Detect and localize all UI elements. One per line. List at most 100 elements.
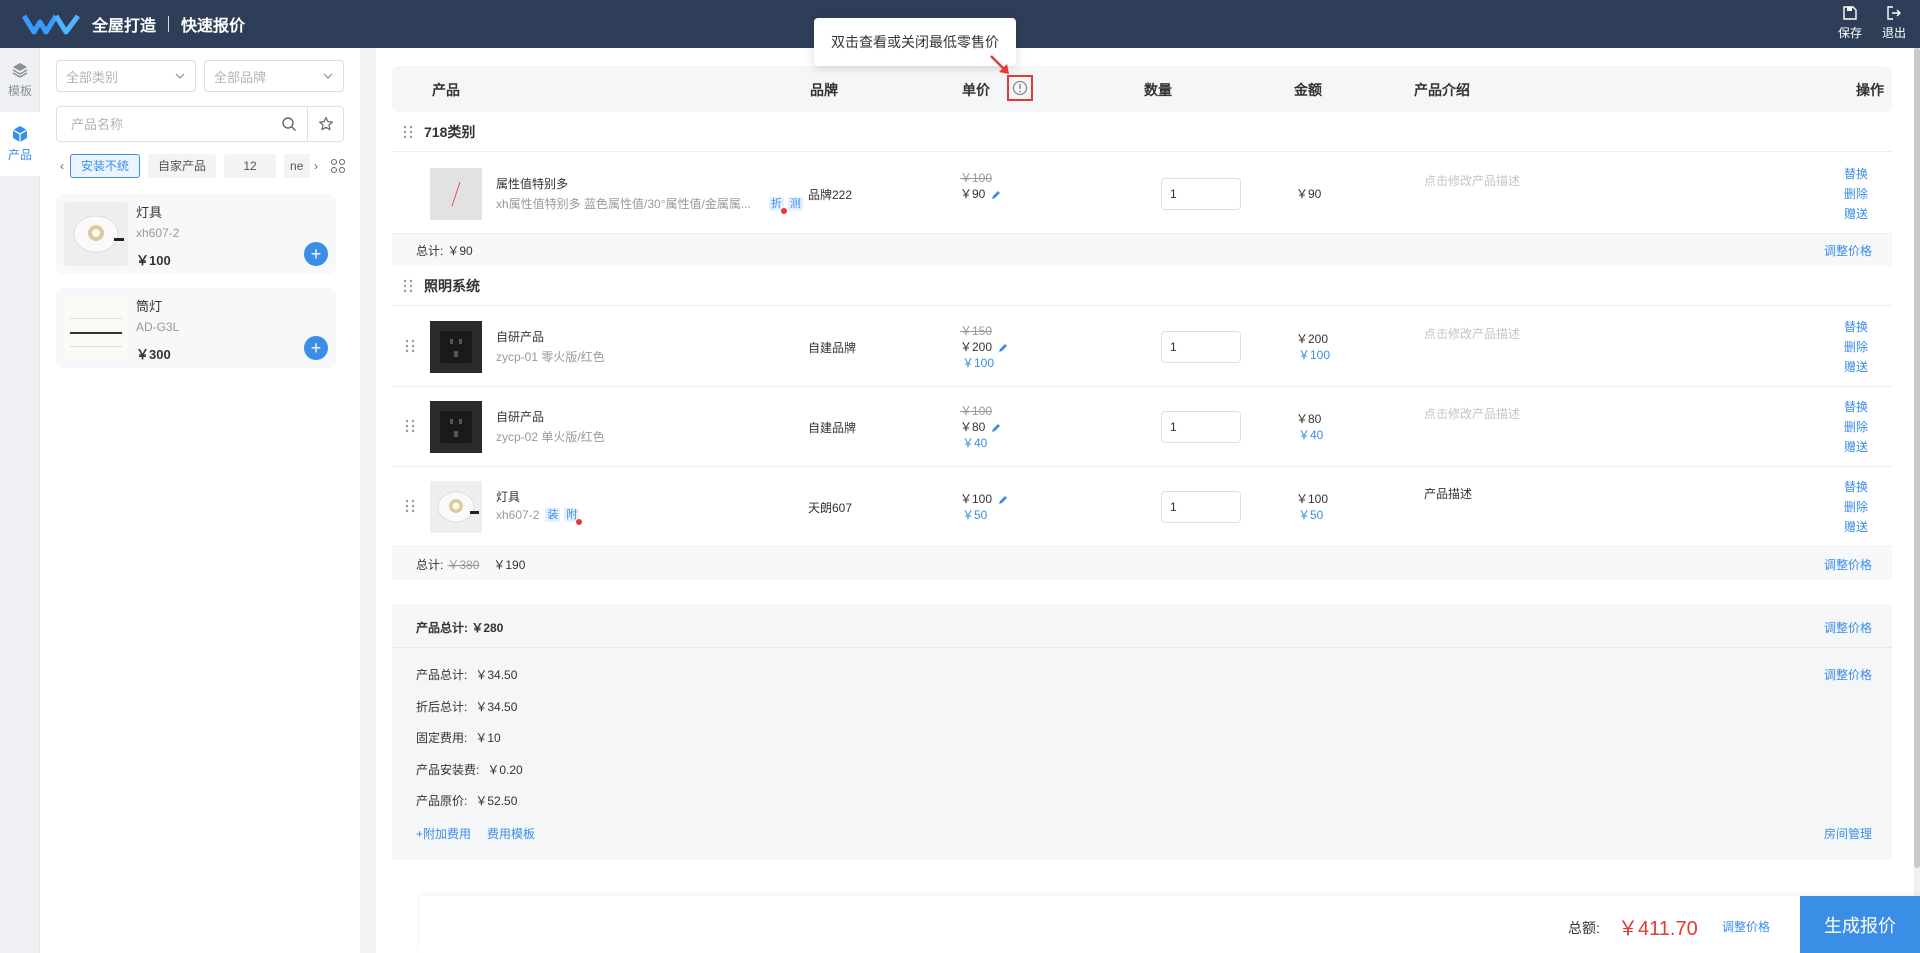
product-card[interactable]: 灯具 xh607-2 ￥100 + bbox=[56, 194, 336, 274]
subtotal-label: 总计: bbox=[416, 243, 444, 258]
product-card[interactable]: 筒灯 AD-G3L ￥300 + bbox=[56, 288, 336, 368]
quote-summary: 产品总计: ￥280 调整价格 调整价格 产品总计: ￥34.50 折后总计: ￥3… bbox=[392, 604, 1892, 860]
product-description[interactable]: 产品描述 bbox=[1424, 485, 1472, 502]
sale-price: ￥90 bbox=[960, 187, 986, 201]
row-amount: ￥200 ￥100 bbox=[1296, 331, 1330, 363]
amount-min-value: ￥100 bbox=[1298, 348, 1331, 362]
adjust-total-link[interactable]: 调整价格 bbox=[1722, 918, 1770, 935]
adjust-price-link[interactable]: 调整价格 bbox=[1824, 556, 1872, 573]
exit-button[interactable]: 退出 bbox=[1882, 6, 1906, 41]
edit-icon[interactable] bbox=[991, 423, 1001, 433]
rail-item-product[interactable]: 产品 bbox=[0, 112, 40, 176]
replace-link[interactable]: 替换 bbox=[1844, 479, 1868, 495]
discount-tag: 折 bbox=[768, 196, 787, 214]
layers-icon bbox=[12, 63, 28, 78]
chip-item[interactable]: ne bbox=[284, 154, 310, 178]
header-product: 产品 bbox=[432, 82, 460, 98]
rail-label-product: 产品 bbox=[7, 148, 32, 162]
star-icon[interactable] bbox=[307, 107, 343, 141]
logo-icon bbox=[22, 14, 80, 35]
unit-price: ￥100 ￥80 ￥40 bbox=[960, 403, 1001, 451]
drag-handle-icon[interactable] bbox=[404, 339, 416, 353]
product-search bbox=[56, 106, 344, 142]
product-model: xh607-2 bbox=[136, 226, 180, 240]
min-retail-price: ￥40 bbox=[962, 436, 988, 450]
replace-link[interactable]: 替换 bbox=[1844, 399, 1868, 415]
product-image bbox=[430, 168, 482, 220]
amount-min-value: ￥40 bbox=[1298, 428, 1324, 442]
original-price: ￥150 bbox=[960, 324, 993, 338]
search-input[interactable] bbox=[57, 107, 271, 141]
product-brand: 自建品牌 bbox=[808, 421, 857, 435]
drag-handle-icon[interactable] bbox=[402, 125, 414, 139]
gift-link[interactable]: 赠送 bbox=[1844, 519, 1868, 535]
chip-item[interactable]: 自家产品 bbox=[148, 154, 217, 178]
drag-handle-icon[interactable] bbox=[404, 419, 416, 433]
header-quantity: 数量 bbox=[1144, 82, 1172, 98]
table-header: 产品 品牌 单价 数量 金额 产品介绍 操作 bbox=[392, 66, 1892, 112]
row-amount: ￥90 bbox=[1296, 186, 1321, 202]
rail-item-template[interactable]: 模板 bbox=[0, 48, 40, 112]
replace-link[interactable]: 替换 bbox=[1844, 319, 1868, 335]
drag-handle-icon[interactable] bbox=[402, 279, 414, 293]
table-row: 属性值特别多 xh属性值特别多 蓝色属性值/30°属性值/金属属... 折 测 … bbox=[392, 154, 1892, 234]
gift-link[interactable]: 赠送 bbox=[1844, 439, 1868, 455]
desc-placeholder[interactable]: 点击修改产品描述 bbox=[1424, 325, 1520, 342]
quantity-input[interactable] bbox=[1161, 331, 1241, 363]
replace-link[interactable]: 替换 bbox=[1844, 166, 1868, 182]
search-icon[interactable] bbox=[271, 107, 307, 141]
title-separator bbox=[168, 16, 170, 32]
quantity-input[interactable] bbox=[1161, 491, 1241, 523]
drag-handle-icon[interactable] bbox=[404, 499, 416, 513]
scrollbar[interactable] bbox=[1914, 48, 1920, 953]
amount-value: ￥200 bbox=[1296, 332, 1329, 346]
gift-link[interactable]: 赠送 bbox=[1844, 206, 1868, 222]
edit-icon[interactable] bbox=[998, 495, 1008, 505]
add-product-button[interactable]: + bbox=[304, 336, 328, 360]
gift-link[interactable]: 赠送 bbox=[1844, 359, 1868, 375]
extra-fee-link[interactable]: +附加费用 bbox=[416, 825, 471, 842]
delete-link[interactable]: 删除 bbox=[1844, 339, 1868, 355]
amount-value: ￥80 bbox=[1296, 412, 1322, 426]
grid-icon[interactable] bbox=[330, 158, 346, 174]
quantity-input[interactable] bbox=[1161, 178, 1241, 210]
desc-placeholder[interactable]: 点击修改产品描述 bbox=[1424, 405, 1520, 422]
category-select-value: 全部类别 bbox=[66, 69, 119, 85]
brand-select[interactable]: 全部品牌 bbox=[204, 60, 344, 92]
adjust-price-link[interactable]: 调整价格 bbox=[1824, 666, 1872, 683]
sale-price: ￥100 bbox=[960, 492, 993, 506]
chevron-down-icon bbox=[323, 73, 333, 79]
add-product-button[interactable]: + bbox=[304, 242, 328, 266]
delete-link[interactable]: 删除 bbox=[1844, 499, 1868, 515]
test-tag: 测 bbox=[787, 196, 803, 211]
product-image bbox=[430, 401, 482, 453]
chevron-left-icon[interactable]: ‹ bbox=[56, 159, 68, 173]
adjust-price-link[interactable]: 调整价格 bbox=[1824, 242, 1872, 259]
quantity-input[interactable] bbox=[1161, 411, 1241, 443]
row-actions: 替换 删除 赠送 bbox=[1844, 166, 1868, 222]
delete-link[interactable]: 删除 bbox=[1844, 419, 1868, 435]
room-manage-link[interactable]: 房间管理 bbox=[1824, 825, 1872, 842]
min-retail-price: ￥100 bbox=[962, 356, 995, 370]
amount-value: ￥90 bbox=[1296, 187, 1322, 201]
unit-price: ￥150 ￥200 ￥100 bbox=[960, 323, 1008, 371]
subtotal-value: ￥90 bbox=[447, 243, 473, 258]
save-button[interactable]: 保存 bbox=[1838, 6, 1862, 41]
edit-icon[interactable] bbox=[998, 343, 1008, 353]
category-select[interactable]: 全部类别 bbox=[56, 60, 196, 92]
generate-quote-button[interactable]: 生成报价 bbox=[1800, 896, 1920, 953]
unit-price: ￥100 ￥90 bbox=[960, 170, 1001, 202]
save-label: 保存 bbox=[1837, 26, 1862, 40]
cube-icon bbox=[12, 126, 28, 142]
desc-placeholder[interactable]: 点击修改产品描述 bbox=[1424, 172, 1520, 189]
delete-link[interactable]: 删除 bbox=[1844, 186, 1868, 202]
save-icon bbox=[1843, 6, 1857, 20]
chip-item[interactable]: 安装不统 bbox=[70, 154, 141, 178]
chip-item[interactable]: 12 bbox=[224, 154, 277, 178]
edit-icon[interactable] bbox=[991, 190, 1001, 200]
adjust-price-link[interactable]: 调整价格 bbox=[1824, 619, 1872, 636]
fee-template-link[interactable]: 费用模板 bbox=[487, 825, 535, 842]
chevron-right-icon[interactable]: › bbox=[310, 159, 322, 173]
product-price: ￥100 bbox=[136, 253, 171, 268]
summary-line: 产品总计: ￥34.50 bbox=[416, 668, 518, 682]
